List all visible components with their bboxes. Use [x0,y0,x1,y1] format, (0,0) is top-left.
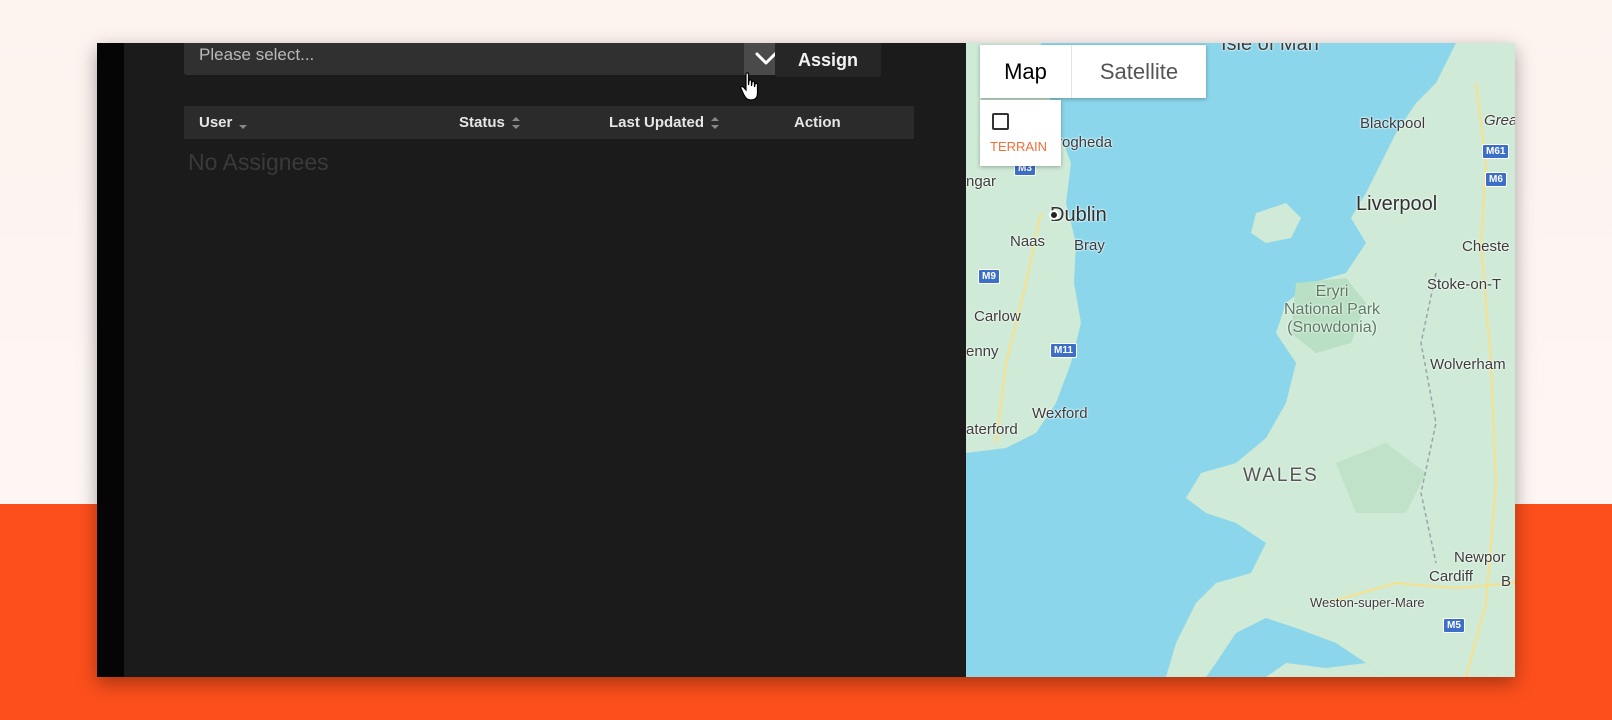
label-drogheda: rogheda [1057,134,1113,151]
terrain-toggle[interactable]: TERRAIN [980,100,1061,166]
chevron-down-icon [755,52,777,65]
label-liverpool: Liverpool [1356,193,1438,215]
column-status[interactable]: Status [459,106,521,139]
assignees-table-header: User Status Last Updated Action [184,106,914,139]
label-carlow: Carlow [974,308,1021,325]
road-shield-m61: M61 [1482,144,1510,159]
road-shield-m9: M9 [978,269,1000,284]
assign-panel: Please select... Assign User Status Last… [124,43,964,677]
label-chester: Cheste [1462,238,1510,255]
left-sidebar-strip [97,43,124,677]
column-user[interactable]: User [199,106,248,139]
label-waterford: aterford [966,421,1018,438]
app-window: Please select... Assign User Status Last… [97,43,1515,677]
road-shield-m11: M11 [1050,343,1077,358]
terrain-label: TERRAIN [990,139,1048,154]
label-wales: WALES [1243,465,1319,486]
label-national-park: Eryri National Park (Snowdonia) [1284,283,1381,336]
label-b: B [1501,573,1512,590]
label-wexford: Wexford [1032,405,1088,422]
label-naas: Naas [1010,233,1046,250]
assign-button[interactable]: Assign [775,43,881,77]
column-last-updated-label: Last Updated [609,114,705,131]
label-blackpool: Blackpool [1360,115,1426,132]
select-placeholder: Please select... [199,45,315,64]
label-wolverhampton: Wolverham [1430,356,1506,373]
label-cardiff: Cardiff [1429,568,1473,585]
sort-icon [710,113,720,133]
sort-desc-icon [238,113,248,133]
column-user-label: User [199,114,233,131]
city-marker-icon [1049,210,1059,220]
label-weston: Weston-super-Mare [1310,595,1425,610]
road-shield-m5: M5 [1443,618,1465,633]
column-status-label: Status [459,114,505,131]
sort-icon [511,113,521,133]
label-stoke: Stoke-on-T [1427,276,1502,293]
label-great: Great [1484,112,1515,129]
map-type-satellite-button[interactable]: Satellite [1072,45,1206,98]
label-enny: enny [966,343,999,360]
label-isle-of-man: Isle of Man [1221,43,1319,55]
map-view[interactable]: Isle of Man rogheda ngar Dublin Naas Bra… [966,43,1515,677]
label-bray: Bray [1074,237,1105,254]
road-shield-m6: M6 [1485,172,1507,187]
label-ngar: ngar [966,173,997,190]
terrain-checkbox[interactable] [992,113,1009,130]
column-action-label: Action [794,114,841,131]
label-newport: Newpor [1454,549,1506,566]
column-action: Action [794,106,841,139]
empty-table-message: No Assignees [188,149,329,175]
column-last-updated[interactable]: Last Updated [609,106,720,139]
assignee-select[interactable]: Please select... [184,43,788,75]
hand-cursor-icon [740,72,759,101]
map-type-control: Map Satellite [980,45,1206,98]
map-type-map-button[interactable]: Map [980,45,1072,98]
